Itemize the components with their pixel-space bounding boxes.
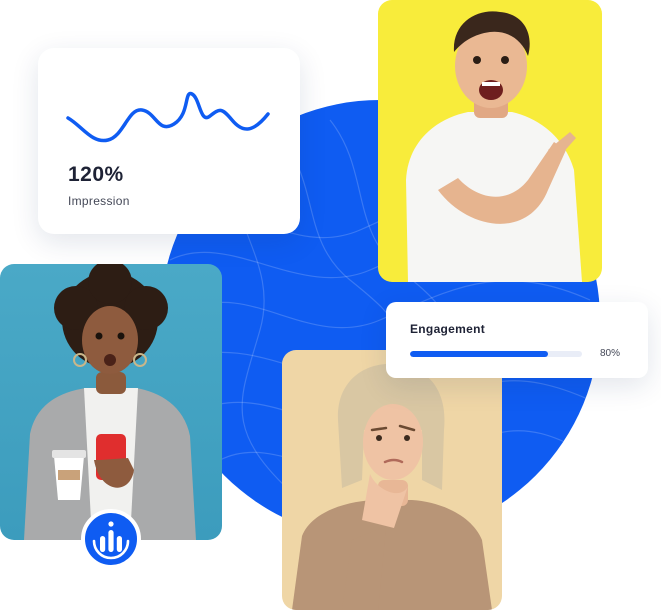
impression-card: 120% Impression [38, 48, 300, 234]
sparkline-icon [66, 91, 270, 143]
photo-thinking-woman [282, 350, 502, 610]
engagement-progress-bar [410, 351, 582, 357]
excited-man-illustration [406, 11, 582, 282]
impression-value: 120% [68, 163, 124, 186]
brand-logo-badge [81, 509, 141, 569]
photo-excited-man [378, 0, 602, 282]
engagement-progress-fill [410, 351, 548, 357]
engagement-percent: 80% [600, 348, 621, 359]
photo-surprised-woman [0, 264, 222, 540]
bar-chart-logo-icon [92, 521, 130, 560]
surprised-woman-illustration [24, 264, 196, 540]
engagement-title: Engagement [410, 322, 486, 336]
thinking-woman-illustration [292, 363, 492, 610]
engagement-card: Engagement 80% [386, 302, 648, 378]
impression-label: Impression [68, 194, 130, 208]
